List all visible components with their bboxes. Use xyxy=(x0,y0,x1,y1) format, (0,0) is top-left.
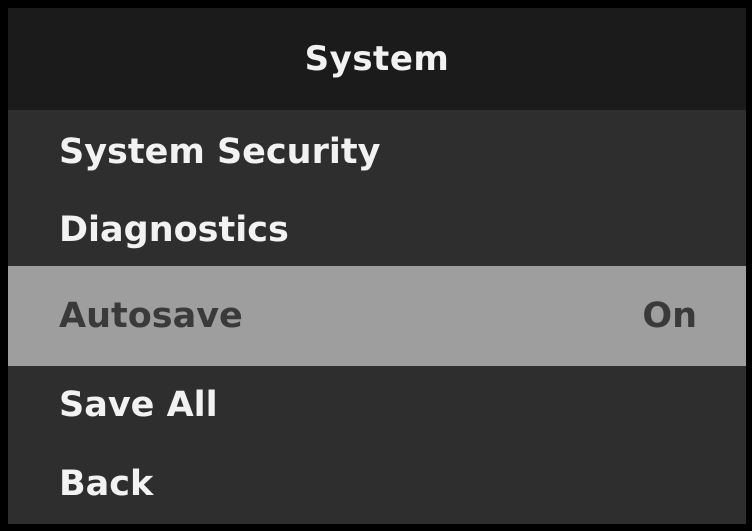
autosave-value: On xyxy=(642,296,697,336)
menu-item-save-all[interactable]: Save All xyxy=(8,366,746,444)
menu-item-system-security[interactable]: System Security xyxy=(8,110,746,194)
menu-item-label: Diagnostics xyxy=(59,210,289,250)
menu-item-label: System Security xyxy=(59,132,381,172)
menu-item-diagnostics[interactable]: Diagnostics xyxy=(8,194,746,266)
menu-title: System xyxy=(304,39,450,79)
menu-item-label: Save All xyxy=(59,385,218,425)
menu-list: System Security Diagnostics Autosave On … xyxy=(8,110,746,524)
menu-item-back[interactable]: Back xyxy=(8,444,746,524)
menu-item-label: Back xyxy=(59,464,154,504)
system-menu-screen: System System Security Diagnostics Autos… xyxy=(8,8,746,524)
menu-item-autosave[interactable]: Autosave On xyxy=(8,266,746,366)
menu-header: System xyxy=(8,8,746,110)
menu-item-label: Autosave xyxy=(59,296,243,336)
